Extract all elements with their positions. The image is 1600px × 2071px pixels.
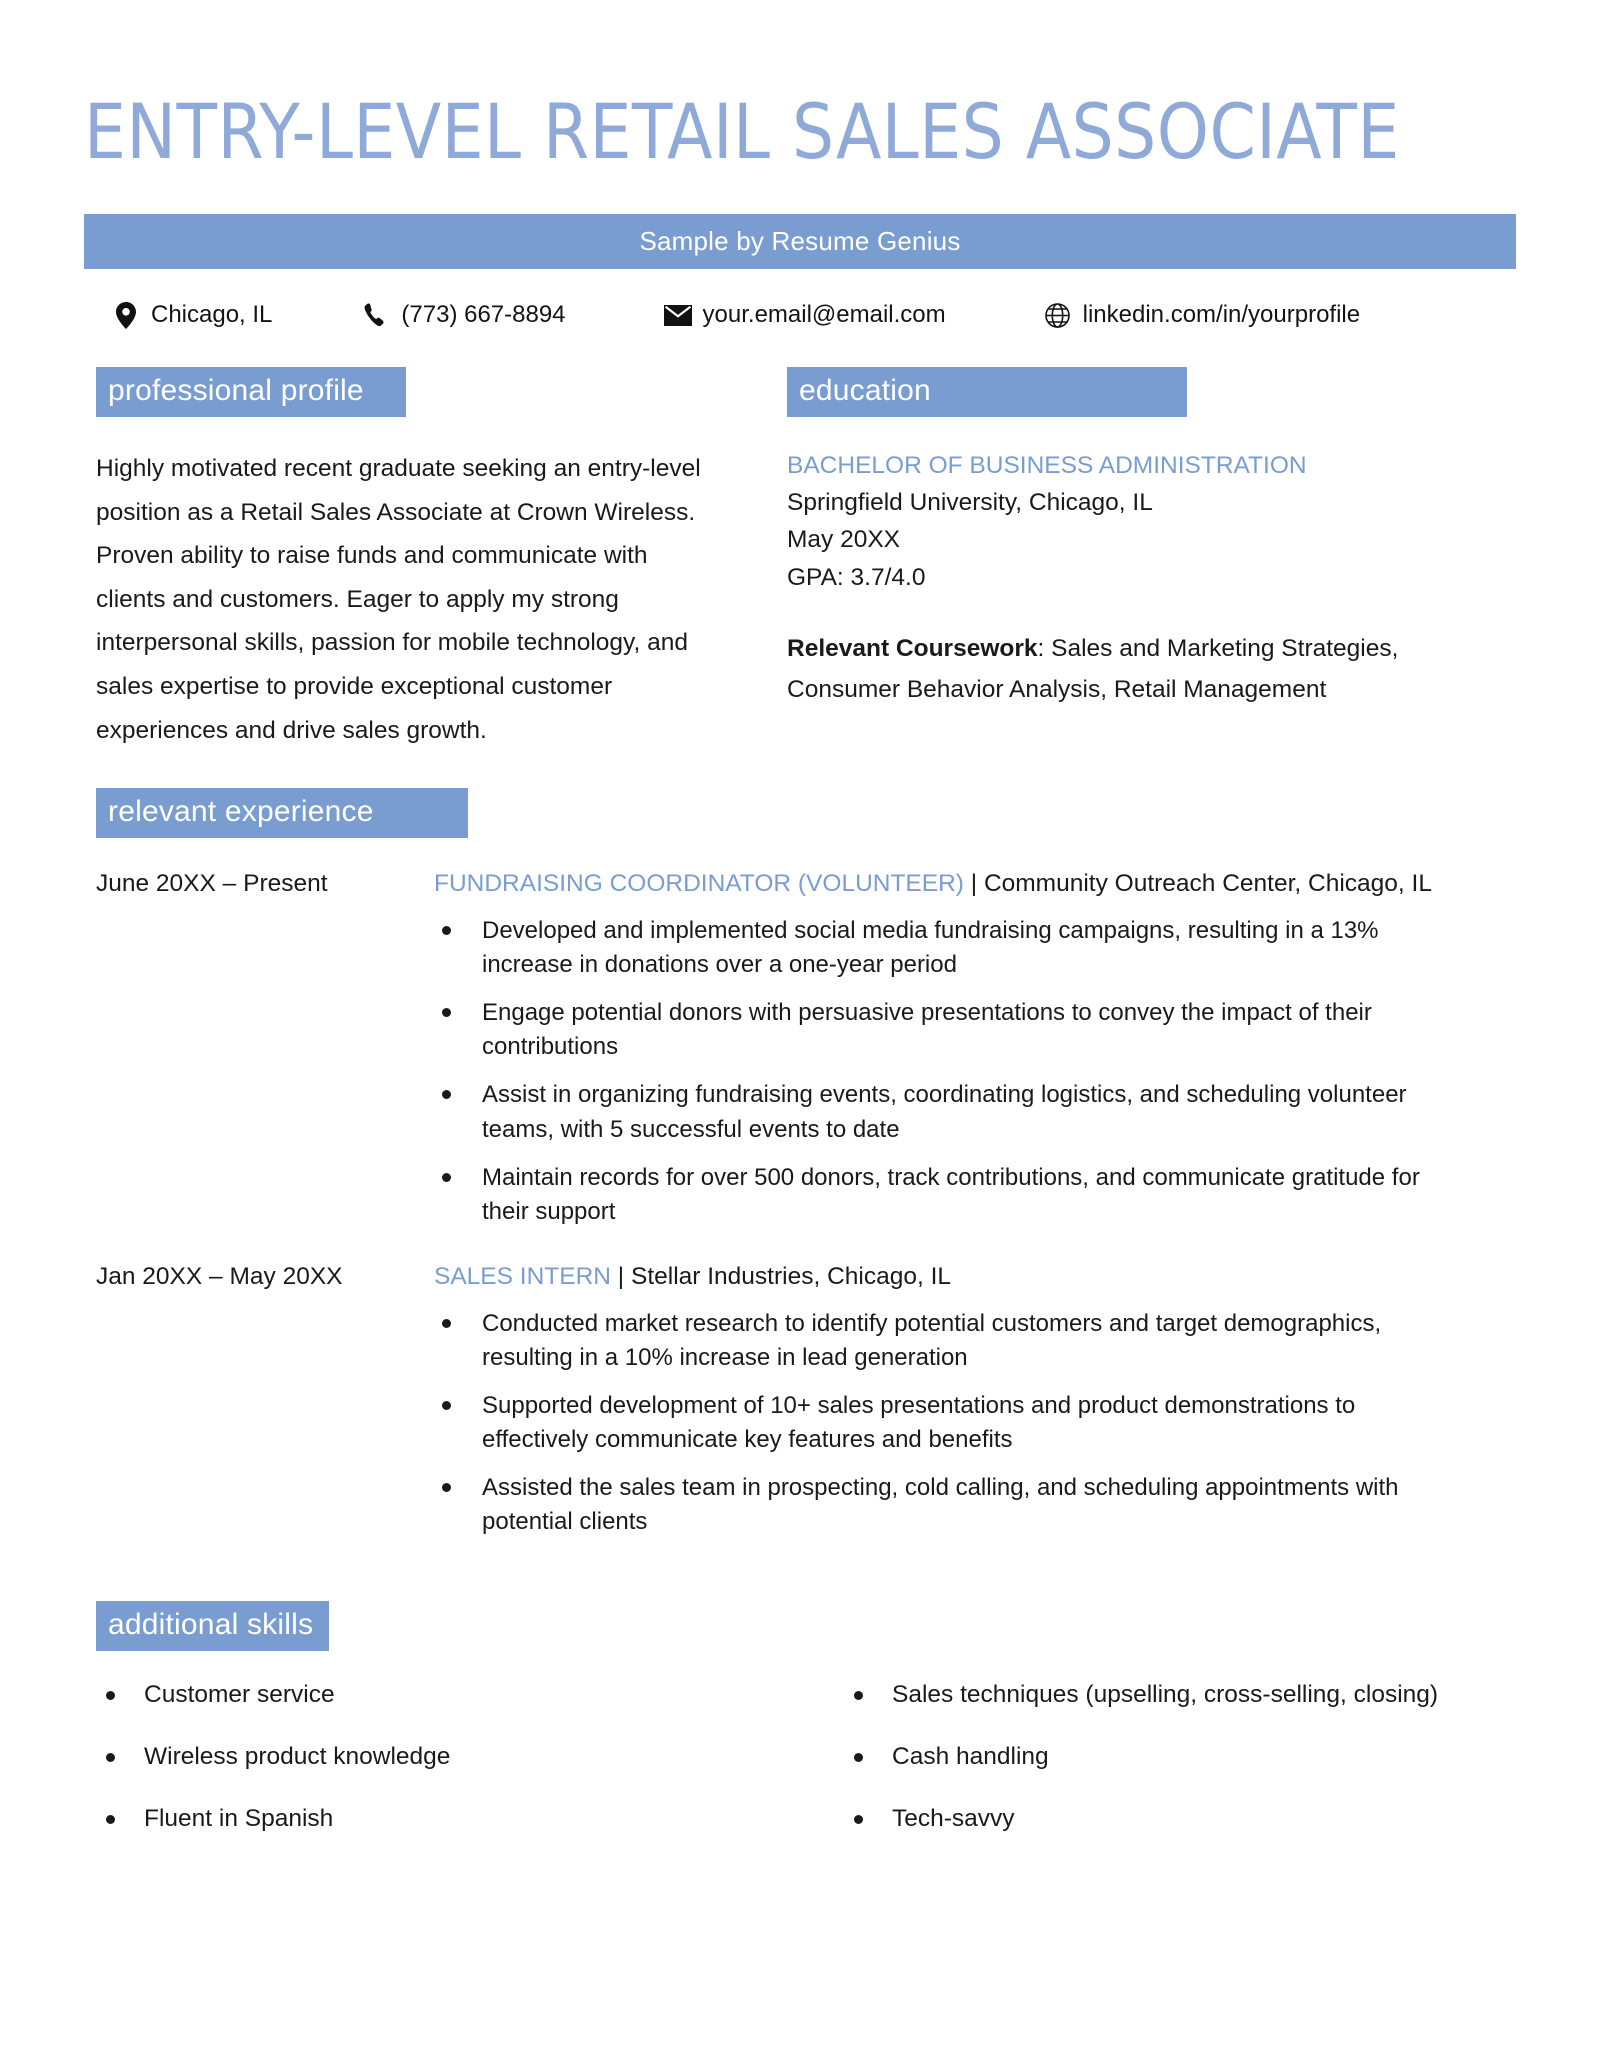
job-body: SALES INTERN | Stellar Industries, Chica… <box>434 1261 1516 1553</box>
subtitle-text: Sample by Resume Genius <box>639 226 961 256</box>
education-date: May 20XX <box>787 526 901 554</box>
list-item: Cash handling <box>832 1741 1516 1773</box>
experience-entry: Jan 20XX – May 20XX SALES INTERN | Stell… <box>84 1261 1516 1553</box>
contact-linkedin-text: linkedin.com/in/yourprofile <box>1082 301 1361 328</box>
contact-email: your.email@email.com <box>663 301 946 329</box>
contact-email-text: your.email@email.com <box>702 301 946 328</box>
job-bullets: Developed and implemented social media f… <box>434 914 1516 1229</box>
list-item: Supported development of 10+ sales prese… <box>434 1389 1424 1457</box>
contact-location-text: Chicago, IL <box>151 301 273 328</box>
education-column: education BACHELOR OF BUSINESS ADMINISTR… <box>787 367 1516 752</box>
contact-location: Chicago, IL <box>112 301 272 329</box>
job-title: SALES INTERN <box>434 1262 611 1290</box>
education-degree: BACHELOR OF BUSINESS ADMINISTRATION <box>787 452 1307 479</box>
globe-icon <box>1044 301 1072 329</box>
job-separator: | <box>611 1262 631 1290</box>
coursework-label: Relevant Coursework <box>787 634 1038 662</box>
job-separator: | <box>963 870 984 898</box>
list-item: Assist in organizing fundraising events,… <box>434 1078 1424 1146</box>
list-item: Wireless product knowledge <box>84 1741 800 1773</box>
list-item: Conducted market research to identify po… <box>434 1307 1424 1375</box>
education-gpa: GPA: 3.7/4.0 <box>787 563 926 591</box>
map-pin-icon <box>112 301 140 329</box>
profile-summary-text: Highly motivated recent graduate seeking… <box>96 455 701 744</box>
skills-list-left: Customer service Wireless product knowle… <box>84 1679 800 1835</box>
experience-entry: June 20XX – Present FUNDRAISING COORDINA… <box>84 868 1516 1242</box>
subtitle-banner: Sample by Resume Genius <box>84 214 1516 269</box>
list-item: Assisted the sales team in prospecting, … <box>434 1471 1424 1539</box>
job-title-line: FUNDRAISING COORDINATOR (VOLUNTEER) | Co… <box>434 868 1516 900</box>
list-item: Fluent in Spanish <box>84 1803 800 1835</box>
education-coursework: Relevant Coursework: Sales and Marketing… <box>787 628 1407 710</box>
job-company: Community Outreach Center, Chicago, IL <box>983 870 1432 898</box>
skills-column-right: Sales techniques (upselling, cross-selli… <box>800 1679 1516 1865</box>
job-dates: Jan 20XX – May 20XX <box>96 1262 343 1290</box>
job-company: Stellar Industries, Chicago, IL <box>630 1262 952 1290</box>
contact-linkedin: linkedin.com/in/yourprofile <box>1044 301 1360 329</box>
list-item: Sales techniques (upselling, cross-selli… <box>832 1679 1516 1711</box>
list-item: Customer service <box>84 1679 800 1711</box>
job-body: FUNDRAISING COORDINATOR (VOLUNTEER) | Co… <box>434 868 1516 1242</box>
job-title: FUNDRAISING COORDINATOR (VOLUNTEER) <box>434 870 964 898</box>
section-heading-education: education <box>787 367 1187 417</box>
skills-column-left: Customer service Wireless product knowle… <box>84 1679 800 1865</box>
experience-section: relevant experience June 20XX – Present … <box>84 788 1516 1553</box>
job-bullets: Conducted market research to identify po… <box>434 1307 1516 1539</box>
skills-section: additional skills Customer service Wirel… <box>84 1601 1516 1865</box>
section-heading-relevant-experience: relevant experience <box>96 788 468 839</box>
section-heading-additional-skills: additional skills <box>96 1601 330 1652</box>
skills-grid: Customer service Wireless product knowle… <box>84 1679 1516 1865</box>
list-item: Engage potential donors with persuasive … <box>434 996 1424 1064</box>
contact-row: Chicago, IL (773) 667-8894 your.email@em… <box>84 301 1516 329</box>
column-gap <box>739 367 787 752</box>
list-item: Maintain records for over 500 donors, tr… <box>434 1161 1424 1229</box>
resume-page: ENTRY-LEVEL RETAIL SALES ASSOCIATE Sampl… <box>0 0 1600 2071</box>
skills-list-right: Sales techniques (upselling, cross-selli… <box>832 1679 1516 1835</box>
profile-column: professional profile Highly motivated re… <box>84 367 739 752</box>
list-item: Developed and implemented social media f… <box>434 914 1424 982</box>
profile-education-columns: professional profile Highly motivated re… <box>84 367 1516 752</box>
phone-icon <box>362 301 390 329</box>
section-heading-professional-profile: professional profile <box>96 367 406 417</box>
job-title-line: SALES INTERN | Stellar Industries, Chica… <box>434 1261 1516 1293</box>
contact-phone: (773) 667-8894 <box>362 301 566 329</box>
education-school: Springfield University, Chicago, IL <box>787 489 1153 517</box>
contact-phone-text: (773) 667-8894 <box>401 301 566 328</box>
job-dates: June 20XX – Present <box>96 870 328 898</box>
page-title: ENTRY-LEVEL RETAIL SALES ASSOCIATE <box>84 87 1400 176</box>
list-item: Tech-savvy <box>832 1803 1516 1835</box>
envelope-icon <box>663 301 692 329</box>
